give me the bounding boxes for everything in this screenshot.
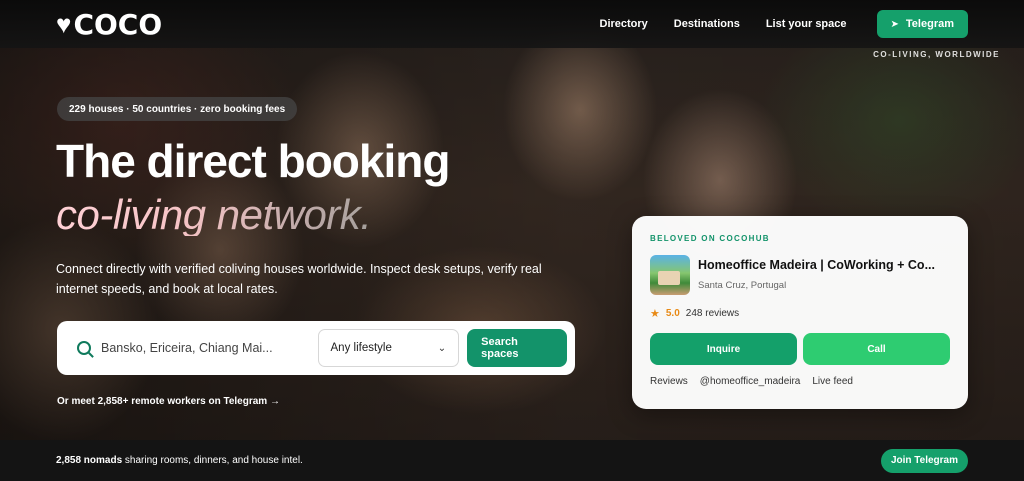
space-title[interactable]: Homeoffice Madeira | CoWorking + Co... bbox=[698, 258, 948, 272]
featured-space-card: BELOVED ON COCOHUB Homeoffice Madeira | … bbox=[632, 216, 968, 409]
nav-destinations[interactable]: Destinations bbox=[674, 18, 740, 30]
lifestyle-selected: Any lifestyle bbox=[330, 342, 392, 354]
space-location: Santa Cruz, Portugal bbox=[698, 280, 787, 291]
bottom-bar: 2,858 nomads sharing rooms, dinners, and… bbox=[0, 440, 1024, 481]
stats-pill: 229 houses · 50 countries · zero booking… bbox=[57, 97, 298, 121]
star-icon: ★ bbox=[650, 308, 660, 320]
nomad-count: 2,858 nomads bbox=[56, 455, 123, 466]
hero-title-italic: co-living network. bbox=[56, 191, 372, 238]
space-thumbnail[interactable] bbox=[650, 255, 690, 295]
card-actions: Inquire Call bbox=[650, 333, 950, 365]
hero-subtitle: Connect directly with verified coliving … bbox=[56, 262, 542, 296]
search-spaces-button[interactable]: Search spaces bbox=[467, 329, 567, 367]
card-header: Homeoffice Madeira | CoWorking + Co... S… bbox=[650, 255, 950, 295]
search-icon bbox=[77, 341, 91, 355]
chevron-down-icon: ⌄ bbox=[437, 342, 447, 354]
call-button[interactable]: Call bbox=[803, 333, 950, 365]
nomad-text: sharing rooms, dinners, and house intel. bbox=[122, 455, 303, 466]
card-links: Reviews @homeoffice_madeira Live feed bbox=[650, 376, 950, 387]
heart-icon: ♥ bbox=[56, 9, 72, 39]
meet-telegram-link[interactable]: Or meet 2,858+ remote workers on Telegra… bbox=[57, 396, 280, 407]
card-info: Homeoffice Madeira | CoWorking + Co... S… bbox=[698, 255, 948, 291]
live-feed-link[interactable]: Live feed bbox=[812, 376, 853, 387]
nav-list-your-space[interactable]: List your space bbox=[766, 18, 847, 30]
instagram-handle-link[interactable]: @homeoffice_madeira bbox=[700, 376, 801, 387]
reviews-link[interactable]: Reviews bbox=[650, 376, 688, 387]
nav-directory[interactable]: Directory bbox=[600, 18, 648, 30]
inquire-button[interactable]: Inquire bbox=[650, 333, 797, 365]
nomad-count-text: 2,858 nomads sharing rooms, dinners, and… bbox=[56, 455, 303, 466]
telegram-button[interactable]: ➤ Telegram bbox=[876, 10, 968, 38]
telegram-button-label: Telegram bbox=[905, 18, 954, 30]
paper-plane-icon: ➤ bbox=[890, 18, 899, 30]
search-input[interactable] bbox=[101, 341, 288, 355]
nav-links: Directory Destinations List your space ➤… bbox=[600, 10, 968, 38]
logo[interactable]: ♥ COCO bbox=[56, 8, 162, 41]
review-count: 248 reviews bbox=[685, 308, 740, 319]
search-bar: Any lifestyle ⌄ Search spaces bbox=[57, 321, 575, 375]
logo-text: COCO bbox=[73, 7, 163, 41]
card-eyebrow: BELOVED ON COCOHUB bbox=[650, 234, 770, 243]
rating-row: ★ 5.0 248 reviews bbox=[650, 307, 950, 320]
hero-title: The direct booking bbox=[56, 135, 450, 187]
join-telegram-button[interactable]: Join Telegram bbox=[880, 448, 968, 473]
corner-tagline: CO-LIVING, WORLDWIDE bbox=[873, 50, 1000, 59]
lifestyle-select[interactable]: Any lifestyle ⌄ bbox=[317, 329, 460, 367]
rating-value: 5.0 bbox=[665, 308, 680, 319]
top-nav: ♥ COCO Directory Destinations List your … bbox=[0, 0, 1024, 48]
